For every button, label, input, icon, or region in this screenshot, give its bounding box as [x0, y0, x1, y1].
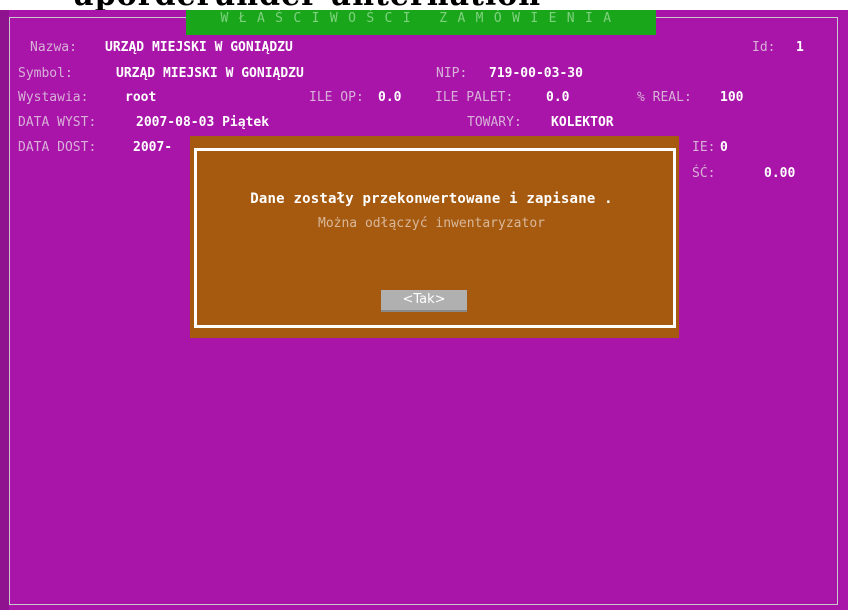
data-dost-label: DATA DOST:: [18, 140, 97, 155]
data-wyst-value[interactable]: 2007-08-03 Piątek: [136, 115, 269, 131]
nip-label: NIP:: [436, 66, 468, 81]
data-wyst-label: DATA WYST:: [18, 115, 97, 130]
towary-value[interactable]: KOLEKTOR: [551, 115, 614, 131]
wystawia-value[interactable]: root: [125, 90, 156, 106]
nip-value[interactable]: 719-00-03-30: [489, 66, 583, 82]
ie-value: 0: [720, 140, 728, 155]
ie-label: IE:: [692, 140, 716, 155]
sc-label: ŚĆ:: [692, 166, 716, 181]
ile-palet-label: ILE PALET:: [435, 90, 514, 105]
nazwa-value[interactable]: URZĄD MIEJSKI W GONIĄDZU: [105, 40, 293, 56]
tak-button[interactable]: <Tak>: [381, 290, 467, 312]
dialog-submessage: Można odłączyć inwentaryzator: [318, 216, 545, 231]
dialog-message: Dane zostały przekonwertowane i zapisane…: [250, 191, 613, 207]
ile-op-value[interactable]: 0.0: [378, 90, 401, 106]
screen-edge: [0, 10, 9, 610]
ile-op-label: ILE OP:: [309, 90, 364, 105]
cropped-header-text: uporderunder unternation: [72, 0, 541, 10]
terminal-screen: WŁAŚCIWOŚCI ZAMÓWIENIA Nazwa: URZĄD MIEJ…: [0, 10, 848, 610]
symbol-label: Symbol:: [18, 66, 73, 81]
ile-palet-value[interactable]: 0.0: [546, 90, 569, 106]
window-title: WŁAŚCIWOŚCI ZAMÓWIENIA: [186, 10, 656, 35]
id-label: Id:: [752, 40, 776, 55]
nazwa-label: Nazwa:: [30, 40, 77, 55]
cropped-header: uporderunder unternation: [0, 0, 848, 10]
sc-value: 0.00: [764, 166, 796, 181]
towary-label: TOWARY:: [467, 115, 522, 130]
symbol-value[interactable]: URZĄD MIEJSKI W GONIĄDZU: [116, 66, 304, 82]
wystawia-label: Wystawia:: [18, 90, 89, 105]
data-dost-value[interactable]: 2007-: [133, 140, 172, 156]
real-label: % REAL:: [637, 90, 692, 105]
real-value[interactable]: 100: [720, 90, 743, 106]
id-value: 1: [796, 40, 804, 55]
